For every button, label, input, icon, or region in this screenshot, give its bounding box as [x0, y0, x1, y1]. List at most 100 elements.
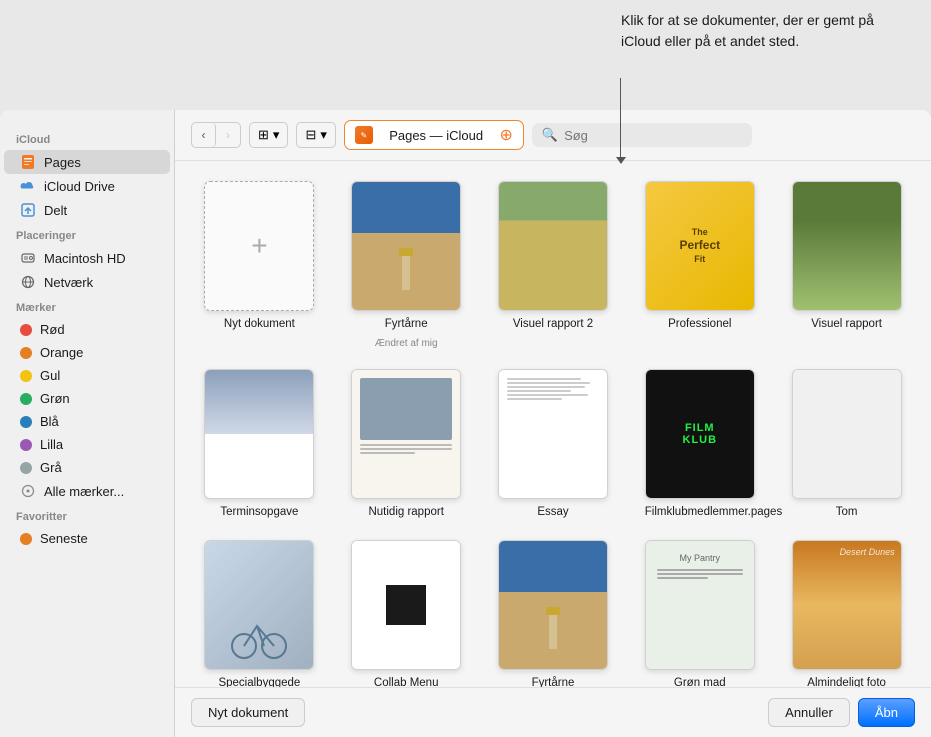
sidebar-section-maerker: Mærker	[0, 294, 174, 318]
file-browser-window: iCloud Pages iCloud Drive	[0, 110, 931, 737]
file-item-fyrtarne2[interactable]: Fyrtårne	[485, 540, 622, 687]
file-name-collab: Collab Menu	[374, 676, 439, 687]
sidebar-item-icloud-drive[interactable]: iCloud Drive	[4, 174, 170, 198]
list-icon: ⊟	[305, 127, 316, 143]
file-item-almindeligt-foto[interactable]: Desert Dunes Almindeligt foto Ændret af …	[778, 540, 915, 687]
search-input[interactable]	[564, 128, 742, 143]
file-name-nutidig-rapport: Nutidig rapport	[368, 505, 443, 520]
file-item-groen-mad[interactable]: My Pantry Grøn mad	[631, 540, 768, 687]
sidebar-label-recent: Seneste	[40, 531, 88, 546]
sidebar-item-macintosh-hd[interactable]: Macintosh HD	[4, 246, 170, 270]
sidebar-label-red: Rød	[40, 322, 65, 337]
terminsopgave-thumb	[204, 369, 314, 499]
sidebar-item-red[interactable]: Rød	[4, 318, 170, 341]
forward-button[interactable]: ›	[216, 123, 240, 147]
sidebar-item-purple[interactable]: Lilla	[4, 433, 170, 456]
file-item-tom[interactable]: Tom	[778, 369, 915, 520]
sidebar-section-favoritter: Favoritter	[0, 503, 174, 527]
sidebar-item-orange[interactable]: Orange	[4, 341, 170, 364]
groen-mad-thumb: My Pantry	[645, 540, 755, 670]
search-box: 🔍	[532, 123, 752, 147]
blue-dot	[20, 416, 32, 428]
file-item-visuel-rapport2[interactable]: Visuel rapport 2	[485, 181, 622, 349]
file-name-groen-mad: Grøn mad	[674, 676, 726, 687]
tooltip-text: Klik for at se dokumenter, der er gemt p…	[621, 12, 874, 49]
grid-icon: ⊞	[258, 127, 269, 143]
sidebar-label-shared: Delt	[44, 203, 67, 218]
sidebar-label-pages: Pages	[44, 155, 81, 170]
new-document-button[interactable]: Nyt dokument	[191, 698, 305, 727]
list-chevron: ▾	[320, 127, 327, 143]
tom-thumb	[792, 369, 902, 499]
main-content: ‹ › ⊞ ▾ ⊟ ▾ ✎ Pages — iCloud ⊕ 🔍	[175, 110, 931, 737]
file-item-fyrtarne1[interactable]: Fyrtårne Ændret af mig	[338, 181, 475, 349]
file-item-visuel-rapport[interactable]: Visuel rapport	[778, 181, 915, 349]
file-name-tom: Tom	[836, 505, 858, 520]
sidebar-item-pages[interactable]: Pages	[4, 150, 170, 174]
file-name-fyrtarne1: Fyrtårne	[385, 317, 428, 332]
location-label: Pages — iCloud	[389, 128, 483, 143]
file-name-filmklub: Filmklubmedlemmer.pages	[645, 505, 755, 520]
file-item-terminsopgave[interactable]: Terminsopgave	[191, 369, 328, 520]
toolbar: ‹ › ⊞ ▾ ⊟ ▾ ✎ Pages — iCloud ⊕ 🔍	[175, 110, 931, 161]
file-grid: + Nyt dokument Fyrtårne Ændret af mig	[175, 161, 931, 687]
plus-icon: +	[251, 230, 267, 262]
sidebar-label-network: Netværk	[44, 275, 93, 290]
sidebar-label-green: Grøn	[40, 391, 70, 406]
bottom-bar: Nyt dokument Annuller Åbn	[175, 687, 931, 737]
collab-thumb	[351, 540, 461, 670]
tooltip: Klik for at se dokumenter, der er gemt p…	[621, 10, 901, 52]
file-subtitle-fyrtarne1: Ændret af mig	[375, 338, 438, 349]
sidebar-section-icloud: iCloud	[0, 126, 174, 150]
file-name-essay: Essay	[537, 505, 568, 520]
icloud-icon	[20, 178, 36, 194]
file-item-collab[interactable]: Collab Menu Ændret af AL	[338, 540, 475, 687]
file-item-new-doc[interactable]: + Nyt dokument	[191, 181, 328, 349]
grid-chevron: ▾	[273, 127, 280, 143]
sidebar-item-recent[interactable]: Seneste	[4, 527, 170, 550]
sidebar-section-placeringer: Placeringer	[0, 222, 174, 246]
file-item-professionel[interactable]: The Perfect Fit Professionel	[631, 181, 768, 349]
list-view-button[interactable]: ⊟ ▾	[296, 122, 335, 148]
action-buttons: Annuller Åbn	[768, 698, 915, 727]
nutidig-rapport-thumb	[351, 369, 461, 499]
grid-view-button[interactable]: ⊞ ▾	[249, 122, 288, 148]
sidebar-item-yellow[interactable]: Gul	[4, 364, 170, 387]
sidebar-item-green[interactable]: Grøn	[4, 387, 170, 410]
cancel-button[interactable]: Annuller	[768, 698, 850, 727]
file-name-terminsopgave: Terminsopgave	[220, 505, 298, 520]
green-dot	[20, 393, 32, 405]
back-button[interactable]: ‹	[192, 123, 216, 147]
almindeligt-foto-thumb: Desert Dunes	[792, 540, 902, 670]
new-doc-thumb: +	[204, 181, 314, 311]
file-name-cykler: Specialbyggede cykler.pages	[204, 676, 314, 687]
network-icon	[20, 274, 36, 290]
yellow-dot	[20, 370, 32, 382]
red-dot	[20, 324, 32, 336]
sidebar-item-shared[interactable]: Delt	[4, 198, 170, 222]
open-button[interactable]: Åbn	[858, 698, 915, 727]
sidebar-label-all-tags: Alle mærker...	[44, 484, 124, 499]
purple-dot	[20, 439, 32, 451]
sidebar-item-blue[interactable]: Blå	[4, 410, 170, 433]
sidebar-label-macintosh-hd: Macintosh HD	[44, 251, 126, 266]
sidebar-label-blue: Blå	[40, 414, 59, 429]
file-item-cykler[interactable]: Specialbyggede cykler.pages	[191, 540, 328, 687]
location-selector[interactable]: ✎ Pages — iCloud ⊕	[344, 120, 524, 150]
file-name-visuel-rapport: Visuel rapport	[811, 317, 882, 332]
visuel-rapport-thumb	[792, 181, 902, 311]
cykler-thumb	[204, 540, 314, 670]
file-item-nutidig-rapport[interactable]: Nutidig rapport	[338, 369, 475, 520]
fyrtarne1-thumb	[351, 181, 461, 311]
sidebar-item-gray[interactable]: Grå	[4, 456, 170, 479]
sidebar-label-gray: Grå	[40, 460, 62, 475]
sidebar-item-all-tags[interactable]: Alle mærker...	[4, 479, 170, 503]
sidebar-item-network[interactable]: Netværk	[4, 270, 170, 294]
file-item-filmklub[interactable]: FILMKLUB Filmklubmedlemmer.pages	[631, 369, 768, 520]
recent-dot	[20, 533, 32, 545]
file-name-professionel: Professionel	[668, 317, 731, 332]
file-name-visuel-rapport2: Visuel rapport 2	[513, 317, 593, 332]
sidebar-label-purple: Lilla	[40, 437, 63, 452]
file-name-fyrtarne2: Fyrtårne	[532, 676, 575, 687]
file-item-essay[interactable]: Essay	[485, 369, 622, 520]
